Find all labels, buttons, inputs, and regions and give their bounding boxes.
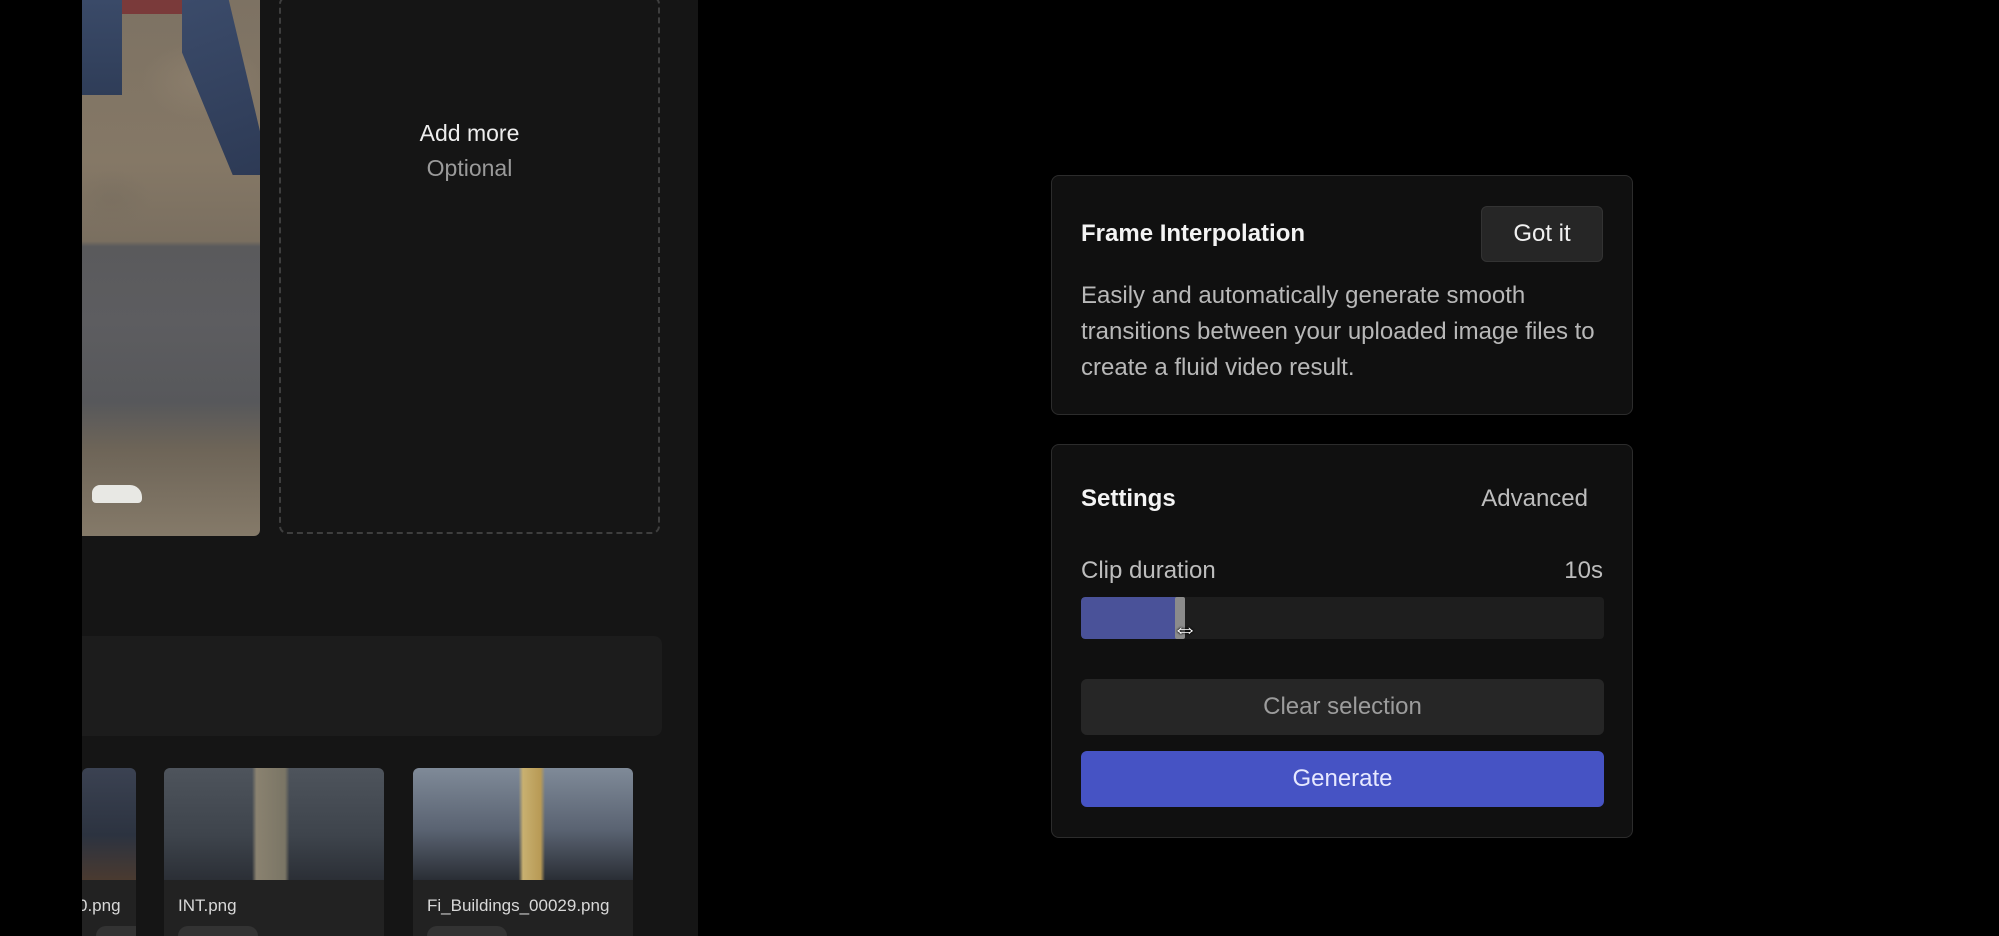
clear-selection-button[interactable]: Clear selection: [1081, 679, 1604, 735]
thumbnail-chip: [96, 926, 136, 936]
app-root: Add more Optional 0.png INT.png Fi_Build…: [0, 0, 1999, 936]
thumbnail-label: Fi_Buildings_00029.png: [427, 896, 610, 915]
settings-card: Settings Advanced Clip duration 10s ⇔ Cl…: [1051, 444, 1633, 838]
thumbnail-image: [413, 768, 633, 880]
image-detail: [92, 485, 142, 503]
add-more-title: Add more: [419, 120, 520, 146]
got-it-button[interactable]: Got it: [1481, 206, 1603, 262]
card-title: Frame Interpolation: [1081, 220, 1306, 247]
generate-button[interactable]: Generate: [1081, 751, 1604, 807]
resize-cursor-icon: ⇔: [1172, 613, 1198, 639]
card-description: Easily and automatically generate smooth…: [1081, 282, 1595, 381]
clip-duration-slider[interactable]: ⇔: [1081, 597, 1604, 639]
frame-interpolation-card: Frame Interpolation Got it Easily and au…: [1051, 175, 1633, 415]
thumbnail-chip: [427, 926, 507, 936]
slider-fill: [1081, 597, 1180, 639]
add-more-subtitle: Optional: [426, 155, 513, 181]
library-search-bar[interactable]: [82, 636, 662, 736]
uploaded-image-preview[interactable]: [82, 0, 260, 536]
clip-duration-label: Clip duration: [1081, 557, 1216, 584]
thumbnail-chip: [178, 926, 258, 936]
clip-duration-value: 10s: [1564, 557, 1603, 584]
thumbnail-image: [164, 768, 384, 880]
thumbnail-label: 0.png: [82, 896, 121, 915]
settings-title: Settings: [1081, 485, 1176, 512]
thumbnail-image: [82, 768, 136, 880]
advanced-link[interactable]: Advanced: [1481, 485, 1588, 513]
image-detail: [82, 0, 122, 95]
library-thumbnail[interactable]: INT.png: [164, 768, 384, 936]
image-detail: [182, 0, 260, 175]
thumbnail-label: INT.png: [178, 896, 237, 915]
library-thumbnail[interactable]: 0.png: [82, 768, 136, 936]
library-thumbnail[interactable]: Fi_Buildings_00029.png: [413, 768, 633, 936]
add-more-dropzone[interactable]: Add more Optional: [279, 0, 660, 534]
